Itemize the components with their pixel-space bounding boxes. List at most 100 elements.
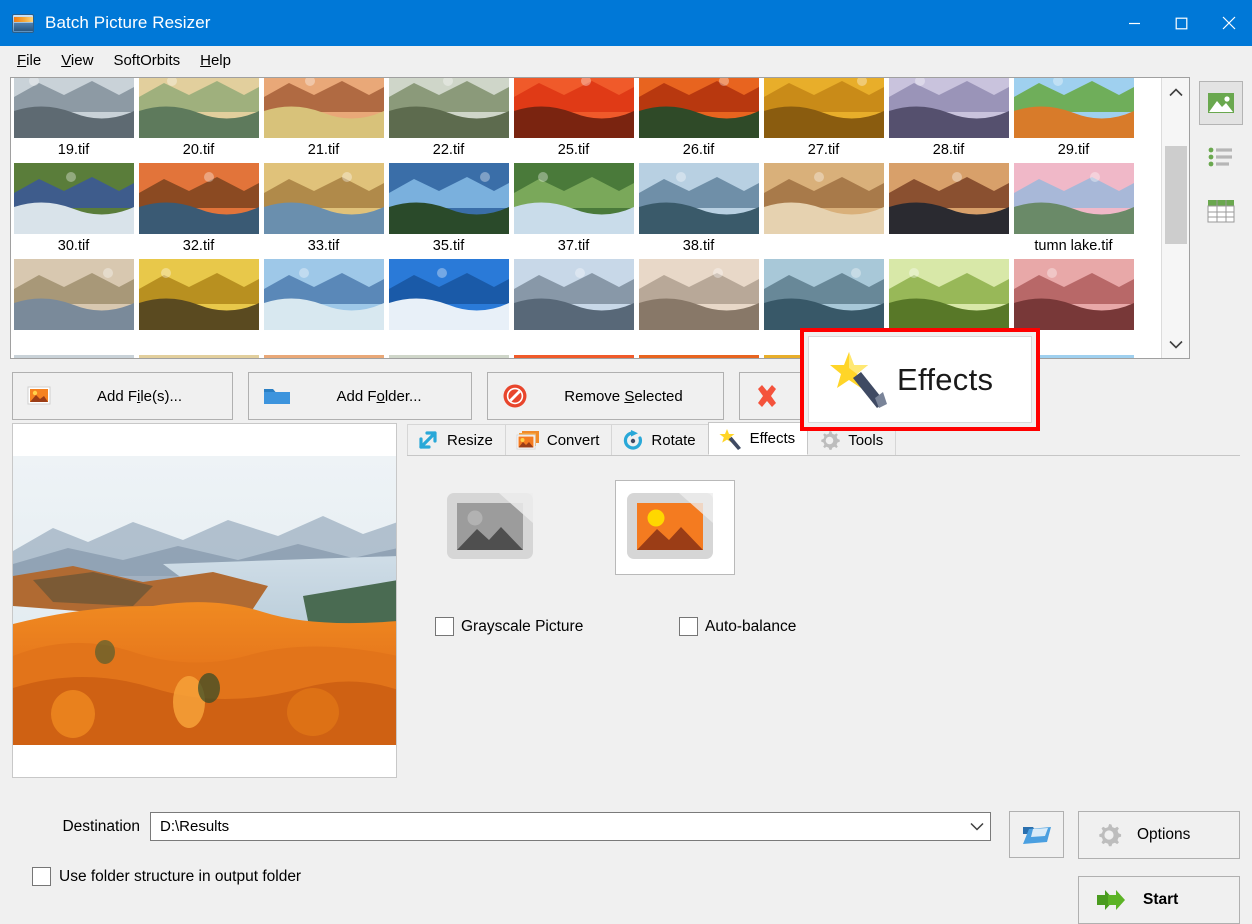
thumbnail-image[interactable] [264, 163, 384, 234]
thumbnail-image[interactable] [264, 259, 384, 330]
thumbnail-item[interactable]: 27.tif [761, 138, 886, 234]
autobalance-checkbox[interactable] [679, 617, 698, 636]
thumbnail-image[interactable] [264, 78, 384, 138]
menu-view[interactable]: View [52, 49, 102, 73]
close-button[interactable] [1205, 0, 1252, 46]
thumbnail-image[interactable] [139, 78, 259, 138]
autobalance-preview-card[interactable] [615, 480, 735, 575]
thumbnail-image[interactable] [139, 163, 259, 234]
grayscale-checkbox-row[interactable]: Grayscale Picture [435, 617, 618, 636]
menu-help[interactable]: Help [191, 49, 240, 73]
thumbnail-image[interactable] [139, 259, 259, 330]
thumbnail-item[interactable]: 20.tif [136, 138, 261, 234]
thumbnail-image[interactable] [514, 163, 634, 234]
thumbnail-item[interactable]: tumn lake.tif [1011, 234, 1136, 330]
tab-resize[interactable]: Resize [407, 424, 506, 455]
thumbnail-image[interactable] [389, 78, 509, 138]
tab-effects[interactable]: Effects [708, 422, 809, 455]
thumbnail-item[interactable]: 12.tif [636, 78, 761, 138]
add-files-button[interactable]: Add File(s)... [12, 372, 233, 420]
chevron-down-icon[interactable] [970, 818, 984, 835]
scroll-up-icon[interactable] [1162, 78, 1190, 106]
thumbnail-item[interactable]: 30.tif [11, 234, 136, 330]
remove-selected-button[interactable]: Remove Selected [487, 372, 724, 420]
thumbnail-item[interactable]: 28.tif [886, 138, 1011, 234]
use-folder-structure-row[interactable]: Use folder structure in output folder [32, 867, 1240, 886]
details-view-button[interactable] [1199, 189, 1243, 233]
menu-softorbits[interactable]: SoftOrbits [104, 49, 189, 73]
thumbnail-item[interactable]: 37.tif [511, 234, 636, 330]
thumbnail-image[interactable] [764, 78, 884, 138]
thumbnail-image[interactable] [514, 78, 634, 138]
scroll-down-icon[interactable] [1162, 330, 1190, 358]
scrollbar-track[interactable] [1162, 106, 1190, 330]
thumbnail-item[interactable]: 38.tif [636, 234, 761, 330]
thumbnail-image[interactable] [389, 259, 509, 330]
use-folder-structure-checkbox[interactable] [32, 867, 51, 886]
grayscale-checkbox[interactable] [435, 617, 454, 636]
thumbnail-item[interactable]: 29.tif [1011, 138, 1136, 234]
thumbnail-image[interactable] [1014, 163, 1134, 234]
thumbnail-image[interactable] [264, 355, 384, 358]
thumbnail-list[interactable]: 5.tif6.tif7.tif10.tif11.tif12.tif14.tif1… [10, 77, 1190, 359]
thumbnail-item[interactable] [11, 330, 136, 358]
thumbnail-item[interactable] [761, 234, 886, 330]
thumbnail-image[interactable] [14, 355, 134, 358]
destination-input[interactable]: D:\Results [150, 812, 991, 841]
thumbnail-item[interactable]: 17.tif [886, 78, 1011, 138]
thumbnail-item[interactable]: 26.tif [636, 138, 761, 234]
thumbnail-item[interactable]: 35.tif [386, 234, 511, 330]
thumbnail-item[interactable] [511, 330, 636, 358]
grayscale-preview-card[interactable] [435, 480, 555, 575]
browse-destination-button[interactable] [1009, 811, 1064, 858]
thumbnail-item[interactable]: 7.tif [261, 78, 386, 138]
thumbnail-view-button[interactable] [1199, 81, 1243, 125]
thumbnail-item[interactable]: 11.tif [511, 78, 636, 138]
thumbnail-item[interactable]: 19.tif [11, 138, 136, 234]
thumbnail-image[interactable] [139, 355, 259, 358]
thumbnail-image[interactable] [514, 355, 634, 358]
thumbnail-item[interactable]: 22.tif [386, 138, 511, 234]
thumbnail-item[interactable] [636, 330, 761, 358]
thumbnail-image[interactable] [389, 163, 509, 234]
thumbnail-item[interactable]: 6.tif [136, 78, 261, 138]
thumbnail-image[interactable] [764, 163, 884, 234]
thumbnail-item[interactable]: 32.tif [136, 234, 261, 330]
thumbnail-item[interactable]: 18.tif [1011, 78, 1136, 138]
thumbnail-item[interactable]: 33.tif [261, 234, 386, 330]
thumbnail-image[interactable] [1014, 259, 1134, 330]
menu-file[interactable]: File [8, 49, 50, 73]
thumbnail-item[interactable] [886, 234, 1011, 330]
add-folder-button[interactable]: Add Folder... [248, 372, 472, 420]
thumbnail-image[interactable] [889, 163, 1009, 234]
thumbnail-image[interactable] [514, 259, 634, 330]
thumbnail-item[interactable]: 5.tif [11, 78, 136, 138]
list-view-button[interactable] [1199, 135, 1243, 179]
thumbnail-image[interactable] [639, 355, 759, 358]
maximize-button[interactable] [1158, 0, 1205, 46]
thumbnail-scrollbar[interactable] [1161, 78, 1189, 358]
thumbnail-image[interactable] [639, 78, 759, 138]
thumbnail-item[interactable]: 14.tif [761, 78, 886, 138]
thumbnail-image[interactable] [639, 163, 759, 234]
thumbnail-image[interactable] [14, 259, 134, 330]
tab-convert[interactable]: Convert [505, 424, 613, 455]
tab-rotate[interactable]: Rotate [611, 424, 708, 455]
thumbnail-image[interactable] [889, 78, 1009, 138]
thumbnail-image[interactable] [639, 259, 759, 330]
thumbnail-item[interactable] [136, 330, 261, 358]
minimize-button[interactable] [1111, 0, 1158, 46]
start-button[interactable]: Start [1078, 876, 1240, 924]
scrollbar-thumb[interactable] [1165, 146, 1187, 244]
thumbnail-item[interactable]: 21.tif [261, 138, 386, 234]
thumbnail-image[interactable] [14, 78, 134, 138]
thumbnail-image[interactable] [1014, 78, 1134, 138]
thumbnail-item[interactable]: 25.tif [511, 138, 636, 234]
thumbnail-image[interactable] [764, 259, 884, 330]
thumbnail-image[interactable] [389, 355, 509, 358]
thumbnail-item[interactable] [386, 330, 511, 358]
thumbnail-image[interactable] [14, 163, 134, 234]
thumbnail-item[interactable] [261, 330, 386, 358]
options-button[interactable]: Options [1078, 811, 1240, 859]
thumbnail-item[interactable]: 10.tif [386, 78, 511, 138]
